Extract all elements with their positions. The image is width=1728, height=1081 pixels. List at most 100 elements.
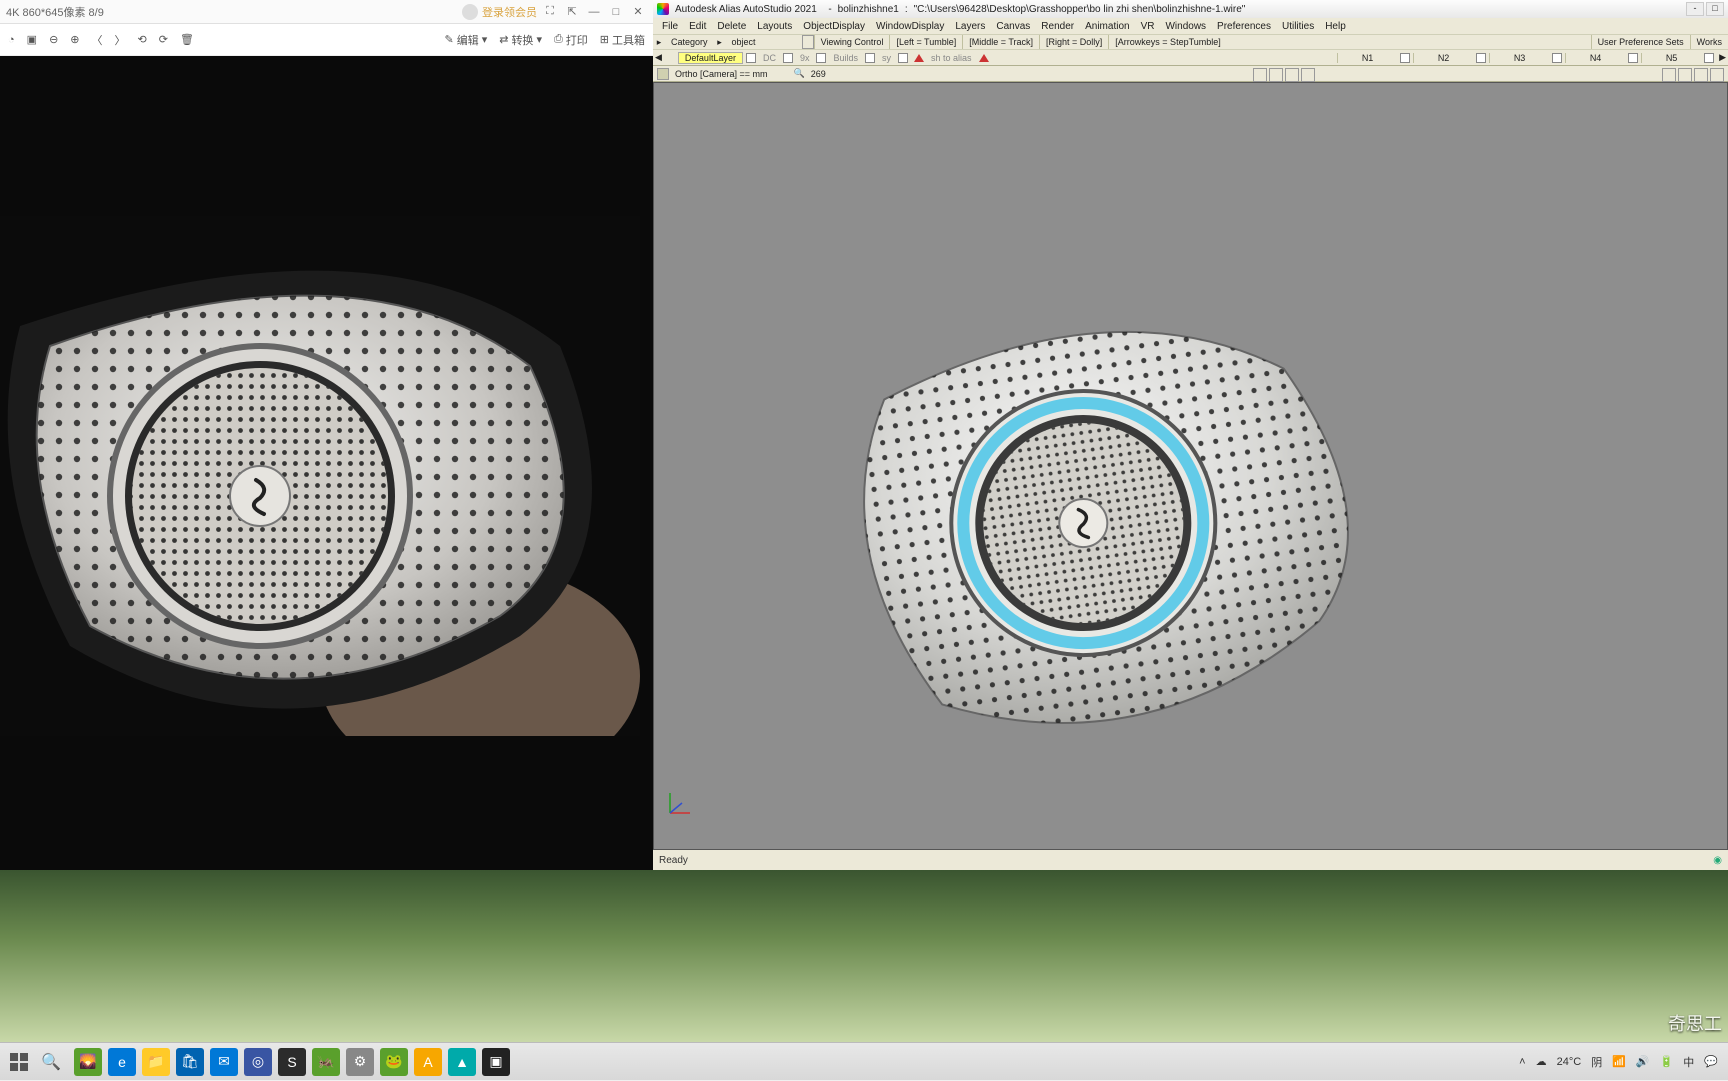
expand-icon[interactable]: ⛶ (541, 3, 559, 21)
vb-toggle-icon[interactable] (657, 68, 669, 80)
alias-minimize-button[interactable]: - (1686, 2, 1704, 16)
lb-n4-chk[interactable] (1628, 53, 1638, 63)
close-button[interactable]: ✕ (629, 3, 647, 21)
avatar-icon[interactable] (462, 4, 478, 20)
delete-icon[interactable]: 🗑 (180, 33, 194, 46)
pin-icon[interactable]: ⇱ (563, 3, 581, 21)
menu-file[interactable]: File (657, 21, 683, 32)
menu-edit[interactable]: Edit (684, 21, 711, 32)
taskbar-app-10[interactable]: A (414, 1048, 442, 1076)
taskbar-app-7[interactable]: 🦗 (312, 1048, 340, 1076)
vp-li-1[interactable] (1253, 68, 1267, 82)
cl-prefs[interactable]: User Preference Sets (1591, 35, 1690, 49)
edit-button[interactable]: ✎ 编辑 ▾ (444, 32, 487, 48)
minimize-button[interactable]: ― (585, 3, 603, 21)
taskbar-app-4[interactable]: ✉ (210, 1048, 238, 1076)
zoom-in-icon[interactable]: ⊕ (70, 33, 79, 46)
menu-vr[interactable]: VR (1136, 21, 1160, 32)
lb-arrow-icon[interactable]: ◀ (653, 52, 664, 63)
tray-batt-icon[interactable]: 🔋 (1660, 1055, 1674, 1068)
tray-net-icon[interactable]: 📶 (1612, 1055, 1626, 1068)
menu-layers[interactable]: Layers (950, 21, 990, 32)
tray-ime[interactable]: 中 (1683, 1054, 1694, 1070)
menu-objectdisplay[interactable]: ObjectDisplay (798, 21, 870, 32)
lb-n2-chk[interactable] (1476, 53, 1486, 63)
cl-category[interactable]: Category (665, 37, 714, 47)
tray-notif-icon[interactable]: 💬 (1704, 1055, 1718, 1068)
layer-default[interactable]: DefaultLayer (678, 52, 743, 64)
alias-doc-path: "C:\Users\96428\Desktop\Grasshopper\bo l… (914, 4, 1246, 15)
taskbar-app-1[interactable]: e (108, 1048, 136, 1076)
taskbar-app-11[interactable]: ▲ (448, 1048, 476, 1076)
taskbar-app-0[interactable]: 🌄 (74, 1048, 102, 1076)
tray-vol-icon[interactable]: 🔊 (1636, 1055, 1650, 1068)
menu-windowdisplay[interactable]: WindowDisplay (871, 21, 949, 32)
print-button[interactable]: ⎙ 打印 (554, 32, 588, 48)
cl-color-swatch[interactable] (802, 35, 814, 49)
vp-ri-3[interactable] (1694, 68, 1708, 82)
tray-weather-icon[interactable]: ☁ (1536, 1055, 1547, 1068)
menu-utilities[interactable]: Utilities (1277, 21, 1319, 32)
lb-chk-4[interactable] (898, 53, 908, 63)
rotate-right-icon[interactable]: ⟳ (159, 33, 168, 46)
layer-check[interactable] (746, 53, 756, 63)
taskbar-app-8[interactable]: ⚙ (346, 1048, 374, 1076)
rotate-left-icon[interactable]: ⟲ (138, 33, 147, 46)
lb-arrow-right-icon[interactable]: ▶ (1717, 52, 1728, 63)
start-button[interactable] (0, 1043, 38, 1081)
menu-help[interactable]: Help (1320, 21, 1351, 32)
menu-preferences[interactable]: Preferences (1212, 21, 1276, 32)
cl-arrow2-icon[interactable]: ▸ (714, 37, 726, 48)
toolbox-button[interactable]: ⊞ 工具箱 (600, 32, 645, 48)
crop-icon[interactable]: ▣ (27, 33, 37, 46)
alias-maximize-button[interactable]: □ (1706, 2, 1724, 16)
menu-windows[interactable]: Windows (1160, 21, 1211, 32)
lb-chk-1[interactable] (783, 53, 793, 63)
taskbar-app-12[interactable]: ▣ (482, 1048, 510, 1076)
taskbar-app-6[interactable]: S (278, 1048, 306, 1076)
menu-render[interactable]: Render (1036, 21, 1079, 32)
prev-icon[interactable]: 〈 (92, 32, 103, 48)
lb-n2[interactable]: N2 (1413, 53, 1473, 63)
lb-n3-chk[interactable] (1552, 53, 1562, 63)
menu-delete[interactable]: Delete (712, 21, 751, 32)
vp-ri-2[interactable] (1678, 68, 1692, 82)
viewer-image-info: 4K 860*645像素 8/9 (6, 4, 104, 20)
vp-li-3[interactable] (1285, 68, 1299, 82)
login-link[interactable]: 登录领会员 (482, 4, 537, 20)
lb-n4[interactable]: N4 (1565, 53, 1625, 63)
taskbar-app-9[interactable]: 🐸 (380, 1048, 408, 1076)
viewer-image-area[interactable] (0, 56, 653, 870)
lb-chk-2[interactable] (816, 53, 826, 63)
taskbar-app-3[interactable]: 🛍 (176, 1048, 204, 1076)
alias-viewport[interactable] (653, 82, 1728, 850)
taskbar-app-2[interactable]: 📁 (142, 1048, 170, 1076)
vp-li-2[interactable] (1269, 68, 1283, 82)
vp-ri-4[interactable] (1710, 68, 1724, 82)
cl-object[interactable]: object (726, 37, 762, 47)
vb-viewname: Ortho [Camera] == mm (675, 69, 768, 79)
vp-li-4[interactable] (1301, 68, 1315, 82)
lb-n1[interactable]: N1 (1337, 53, 1397, 63)
cl-works[interactable]: Works (1690, 35, 1728, 49)
timer-icon[interactable]: ◔ (8, 34, 15, 46)
next-icon[interactable]: 〉 (115, 32, 126, 48)
lb-n3[interactable]: N3 (1489, 53, 1549, 63)
maximize-button[interactable]: □ (607, 3, 625, 21)
vp-ri-1[interactable] (1662, 68, 1676, 82)
lb-n5[interactable]: N5 (1641, 53, 1701, 63)
tray-chevron-icon[interactable]: ˄ (1519, 1056, 1525, 1068)
lb-n1-chk[interactable] (1400, 53, 1410, 63)
menu-layouts[interactable]: Layouts (752, 21, 797, 32)
menu-animation[interactable]: Animation (1080, 21, 1134, 32)
cl-arrow-icon[interactable]: ▸ (653, 37, 665, 48)
menu-canvas[interactable]: Canvas (991, 21, 1035, 32)
status-net-icon[interactable]: ◉ (1713, 855, 1722, 866)
search-icon[interactable]: 🔍 (38, 1049, 64, 1075)
alias-statusbar: Ready ◉ (653, 850, 1728, 870)
convert-button[interactable]: ⇄ 转换 ▾ (499, 32, 542, 48)
taskbar-app-5[interactable]: ◎ (244, 1048, 272, 1076)
zoom-out-icon[interactable]: ⊖ (49, 33, 58, 46)
lb-n5-chk[interactable] (1704, 53, 1714, 63)
lb-chk-3[interactable] (865, 53, 875, 63)
